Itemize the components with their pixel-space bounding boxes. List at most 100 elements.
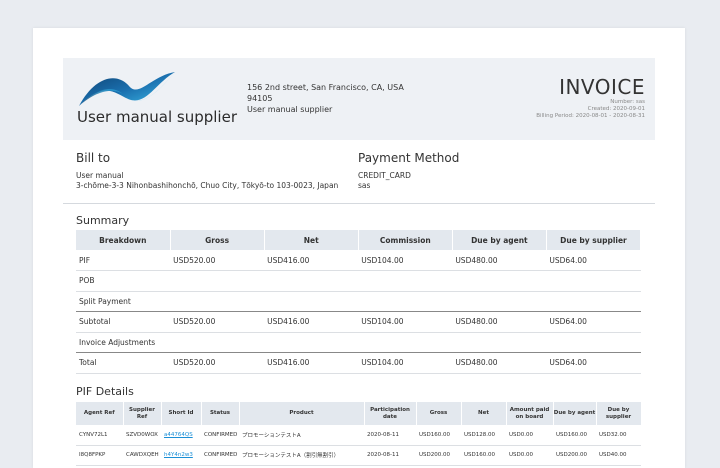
table-cell: USD64.00	[546, 311, 641, 333]
table-cell	[452, 270, 547, 292]
table-cell: 2020-08-11	[364, 425, 416, 446]
table-cell	[264, 291, 359, 312]
supplier-logo-icon	[79, 72, 175, 106]
table-cell: POB	[76, 270, 171, 292]
pif-col-header: Agent Ref	[76, 402, 124, 425]
table-cell: プロモーションテストA（割引無割引）	[239, 445, 364, 466]
short-id-link[interactable]: h4Y4n2w3	[164, 452, 193, 458]
table-cell: SZVD0WOX	[123, 425, 161, 446]
payment-note: sas	[358, 181, 371, 190]
table-cell: USD160.00	[553, 425, 596, 446]
table-cell: I8Q8FPKP	[76, 445, 123, 466]
table-cell: CONFIRMED	[201, 425, 239, 446]
table-row: Subtotal USD520.00 USD416.00 USD104.00 U…	[76, 311, 641, 333]
table-cell: USD40.00	[596, 445, 641, 466]
table-row: Invoice Adjustments	[76, 332, 641, 353]
short-id-cell: a44764QS	[161, 425, 201, 446]
table-cell: Total	[76, 352, 171, 374]
invoice-created: Created: 2020-09-01	[587, 106, 645, 112]
table-cell: USD416.00	[264, 250, 359, 271]
table-cell: プロモーションテストA	[239, 425, 364, 446]
table-cell	[170, 332, 265, 353]
table-cell	[358, 332, 453, 353]
table-cell: USD104.00	[358, 311, 453, 333]
table-cell: USD104.00	[358, 352, 453, 374]
pif-col-header: Short Id	[161, 402, 202, 425]
bill-to-heading: Bill to	[76, 151, 111, 165]
table-row: Split Payment	[76, 291, 641, 312]
table-cell	[358, 270, 453, 292]
table-row: POB	[76, 270, 641, 292]
table-cell: Subtotal	[76, 311, 171, 333]
supplier-address: 156 2nd street, San Francisco, CA, USA 9…	[247, 83, 404, 116]
summary-col-header: Gross	[170, 230, 265, 250]
table-cell	[170, 291, 265, 312]
table-cell: CAWDXQEH	[123, 445, 161, 466]
section-divider	[63, 203, 655, 204]
table-cell: USD32.00	[596, 425, 641, 446]
table-cell	[452, 332, 547, 353]
invoice-title: INVOICE	[559, 75, 645, 99]
table-cell	[452, 291, 547, 312]
summary-col-header: Breakdown	[76, 230, 171, 250]
table-cell: USD416.00	[264, 311, 359, 333]
table-cell: USD480.00	[452, 250, 547, 271]
pif-col-header: Status	[201, 402, 240, 425]
bill-to-name: User manual	[76, 171, 124, 180]
table-row: I8Q8FPKP CAWDXQEH h4Y4n2w3 CONFIRMED プロモ…	[76, 445, 641, 466]
table-cell: PIF	[76, 250, 171, 271]
pif-details-table: Agent Ref Supplier Ref Short Id Status P…	[76, 402, 642, 466]
table-cell: CONFIRMED	[201, 445, 239, 466]
table-cell	[358, 291, 453, 312]
invoice-page: User manual supplier 156 2nd street, San…	[33, 28, 685, 468]
table-cell: USD160.00	[461, 445, 506, 466]
table-row: CYNV72L1 SZVD0WOX a44764QS CONFIRMED プロモ…	[76, 425, 641, 446]
summary-heading: Summary	[76, 214, 130, 227]
invoice-header: User manual supplier 156 2nd street, San…	[63, 58, 655, 140]
supplier-address-name: User manual supplier	[247, 105, 333, 114]
table-cell	[264, 270, 359, 292]
table-cell: USD480.00	[452, 311, 547, 333]
summary-col-header: Due by supplier	[546, 230, 642, 250]
pif-col-header: Due by supplier	[596, 402, 642, 425]
table-cell: Split Payment	[76, 291, 171, 312]
table-cell: USD0.00	[506, 425, 553, 446]
table-cell	[546, 270, 641, 292]
summary-col-header: Due by agent	[452, 230, 547, 250]
short-id-cell: h4Y4n2w3	[161, 445, 201, 466]
pif-col-header: Net	[461, 402, 507, 425]
supplier-address-line2: 94105	[247, 93, 273, 103]
table-cell: USD128.00	[461, 425, 506, 446]
summary-col-header: Commission	[358, 230, 453, 250]
table-cell: USD104.00	[358, 250, 453, 271]
invoice-number: Number: sas	[610, 99, 645, 105]
table-cell: USD64.00	[546, 352, 641, 374]
pif-col-header: Due by agent	[553, 402, 597, 425]
payment-method-value: CREDIT_CARD	[358, 171, 411, 180]
table-cell: USD200.00	[553, 445, 596, 466]
pif-header-row: Agent Ref Supplier Ref Short Id Status P…	[76, 402, 642, 425]
table-cell: USD160.00	[416, 425, 461, 446]
payment-details: CREDIT_CARD sas	[358, 171, 411, 191]
short-id-link[interactable]: a44764QS	[164, 432, 193, 438]
pif-col-header: Gross	[416, 402, 462, 425]
bill-to-address: 3-chōme-3-3 Nihonbashihonchō, Chuo City,…	[76, 181, 339, 190]
table-cell: USD520.00	[170, 250, 265, 271]
table-cell: USD64.00	[546, 250, 641, 271]
payment-method-heading: Payment Method	[358, 151, 460, 165]
table-row: Total USD520.00 USD416.00 USD104.00 USD4…	[76, 352, 641, 374]
table-cell: USD520.00	[170, 352, 265, 374]
table-cell	[264, 332, 359, 353]
table-row: PIF USD520.00 USD416.00 USD104.00 USD480…	[76, 250, 641, 271]
table-cell	[546, 291, 641, 312]
invoice-billing-period: Billing Period: 2020-08-01 - 2020-08-31	[536, 113, 645, 119]
pif-col-header: Participation date	[364, 402, 417, 425]
invoice-meta: Number: sas Created: 2020-09-01 Billing …	[536, 99, 645, 120]
table-cell	[170, 270, 265, 292]
pif-col-header: Product	[239, 402, 365, 425]
summary-header-row: Breakdown Gross Net Commission Due by ag…	[76, 230, 642, 250]
summary-table: Breakdown Gross Net Commission Due by ag…	[76, 230, 642, 374]
table-cell: USD200.00	[416, 445, 461, 466]
table-cell	[546, 332, 641, 353]
supplier-address-line1: 156 2nd street, San Francisco, CA, USA	[247, 83, 404, 92]
